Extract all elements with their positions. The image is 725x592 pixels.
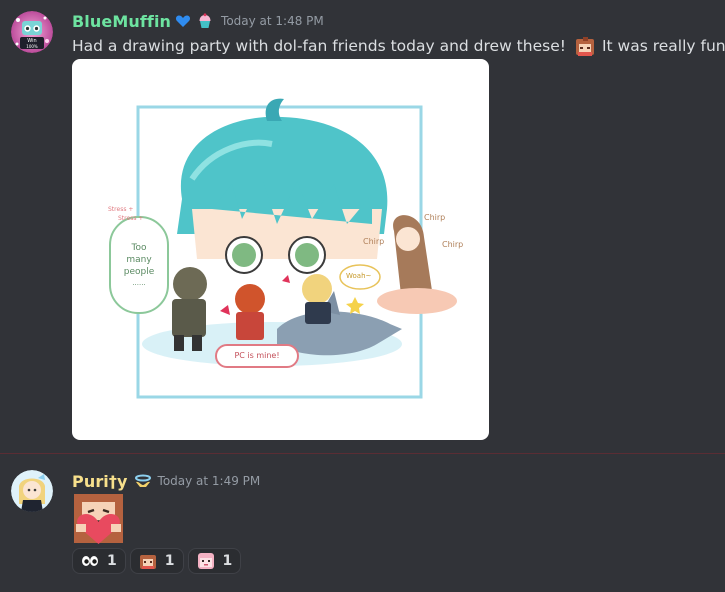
chirp-text: Chirp	[363, 237, 385, 246]
halo-icon	[134, 473, 152, 489]
reaction-count: 1	[107, 553, 117, 569]
purity-avatar[interactable]	[11, 470, 53, 512]
username[interactable]: Puri†y	[72, 472, 128, 491]
message-text: Had a drawing party with dol-fan friends…	[72, 37, 566, 55]
woah-text: Woah~	[346, 272, 372, 280]
image-attachment[interactable]: Stress + Stress + Too many people ......…	[72, 59, 489, 440]
reaction-eyes[interactable]: 1	[72, 548, 126, 574]
reaction-character[interactable]: 1	[129, 548, 184, 574]
bluemuffin-avatar[interactable]: Win 100%	[11, 11, 53, 53]
reactions-bar: 1 1 1	[72, 548, 242, 574]
message-header: BlueMuffin Today at 1:48 PM	[72, 10, 324, 32]
message-content: Had a drawing party with dol-fan friends…	[72, 34, 725, 58]
pc-bubble-text: PC is mine!	[234, 351, 280, 360]
chirp-text: Chirp	[424, 213, 446, 222]
reaction-count: 1	[164, 553, 175, 569]
bubble-text: people	[123, 267, 155, 277]
stress-label: Stress +	[108, 206, 134, 213]
eyes-icon	[81, 552, 99, 570]
stress-label: Stress +	[118, 215, 144, 222]
chirp-text: Chirp	[442, 240, 464, 249]
timestamp: Today at 1:49 PM	[157, 474, 261, 488]
chat-window: Win 100% BlueMuffin Today at 1:48 PM Had…	[0, 0, 725, 592]
avatar-sublabel: 100%	[26, 44, 38, 49]
message-header: Puri†y Today at 1:49 PM	[72, 470, 260, 492]
new-messages-divider	[0, 453, 725, 454]
timestamp: Today at 1:48 PM	[221, 14, 324, 28]
character-emoji-icon	[574, 35, 596, 57]
character-emoji-icon	[139, 552, 157, 570]
username[interactable]: BlueMuffin	[72, 12, 171, 31]
reaction-pink-face[interactable]: 1	[187, 548, 242, 574]
message-text-end: It was really fun!!!	[601, 37, 725, 55]
blue-heart-icon	[175, 13, 191, 29]
bubble-text: Too	[131, 243, 147, 253]
bubble-text: many	[126, 255, 152, 265]
cupcake-icon	[197, 13, 213, 29]
pink-face-emoji-icon	[197, 552, 215, 570]
heart-hug-emoji-icon	[72, 492, 125, 545]
bubble-text: ......	[132, 279, 146, 287]
reaction-count: 1	[222, 553, 233, 569]
